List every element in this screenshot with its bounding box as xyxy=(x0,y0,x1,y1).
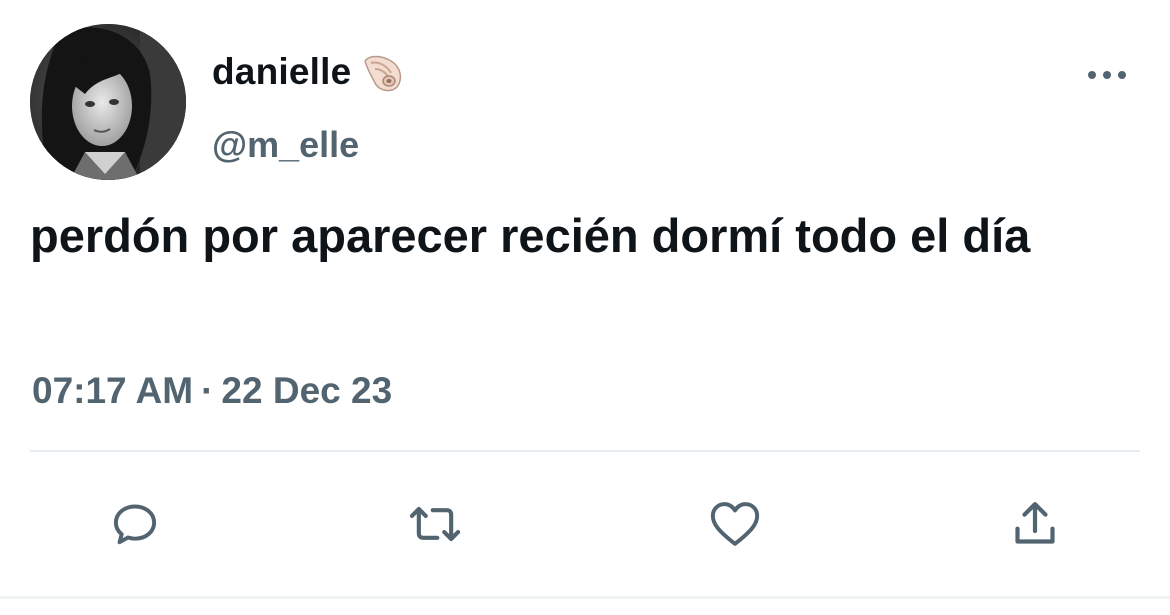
avatar-photo xyxy=(30,24,186,180)
share-upload-icon xyxy=(1015,502,1055,544)
tweet-card: danielle @m_elle perdón por aparecer rec… xyxy=(0,0,1170,615)
spiral-shell-icon xyxy=(361,53,405,93)
avatar[interactable] xyxy=(30,24,186,180)
username-handle[interactable]: @m_elle xyxy=(212,124,359,166)
divider xyxy=(30,450,1140,452)
speech-bubble-icon xyxy=(113,504,157,545)
like-button[interactable] xyxy=(703,492,767,556)
bottom-divider xyxy=(0,596,1170,599)
tweet-timestamp[interactable]: 07:17 AM · 22 Dec 23 xyxy=(32,370,392,412)
share-button[interactable] xyxy=(1003,492,1067,556)
more-dots-icon xyxy=(1088,71,1126,79)
retweet-arrows-icon xyxy=(409,506,461,542)
author-name-row[interactable]: danielle xyxy=(212,48,405,96)
meta-separator: · xyxy=(201,370,214,411)
display-name[interactable]: danielle xyxy=(212,51,351,93)
reply-button[interactable] xyxy=(103,492,167,556)
tweet-time: 07:17 AM xyxy=(32,370,194,411)
more-options-button[interactable] xyxy=(1082,58,1132,92)
tweet-text: perdón por aparecer recién dormí todo el… xyxy=(30,209,1031,262)
heart-icon xyxy=(710,502,760,546)
retweet-button[interactable] xyxy=(403,492,467,556)
tweet-date: 22 Dec 23 xyxy=(221,370,393,411)
